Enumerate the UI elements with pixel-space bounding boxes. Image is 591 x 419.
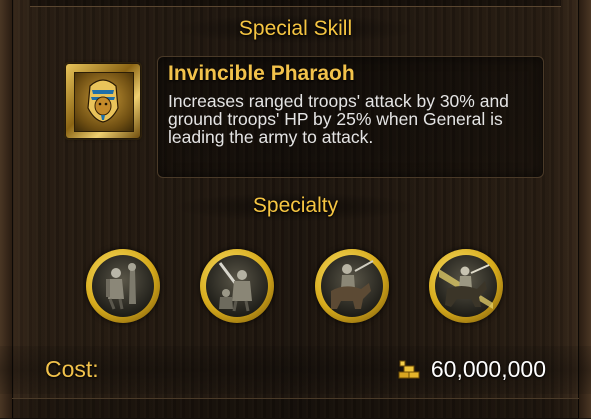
- cost-value: 60,000,000: [430, 356, 546, 382]
- specialty-infantry[interactable]: [86, 249, 160, 323]
- specialty-swordsman[interactable]: [200, 249, 274, 323]
- specialty-charging-cavalry[interactable]: [429, 249, 503, 323]
- swordsman-icon: [218, 262, 252, 312]
- pharaoh-icon[interactable]: [66, 64, 140, 138]
- specialty-cavalry[interactable]: [315, 249, 389, 323]
- top-divider: [30, 0, 561, 7]
- cavalry-icon: [331, 260, 374, 309]
- charging-cavalry-icon: [439, 264, 493, 309]
- cost-label: Cost:: [45, 356, 99, 382]
- bottom-divider: [12, 398, 579, 419]
- skill-description: Increases ranged troops' attack by 30% a…: [168, 91, 509, 147]
- specialty-title: Specialty: [252, 194, 339, 217]
- skill-name: Invincible Pharaoh: [168, 62, 355, 85]
- special-skill-title: Special Skill: [238, 17, 353, 40]
- infantry-icon: [106, 263, 136, 310]
- pharaoh-mask-icon: [87, 79, 119, 123]
- gold-icon: [398, 360, 420, 379]
